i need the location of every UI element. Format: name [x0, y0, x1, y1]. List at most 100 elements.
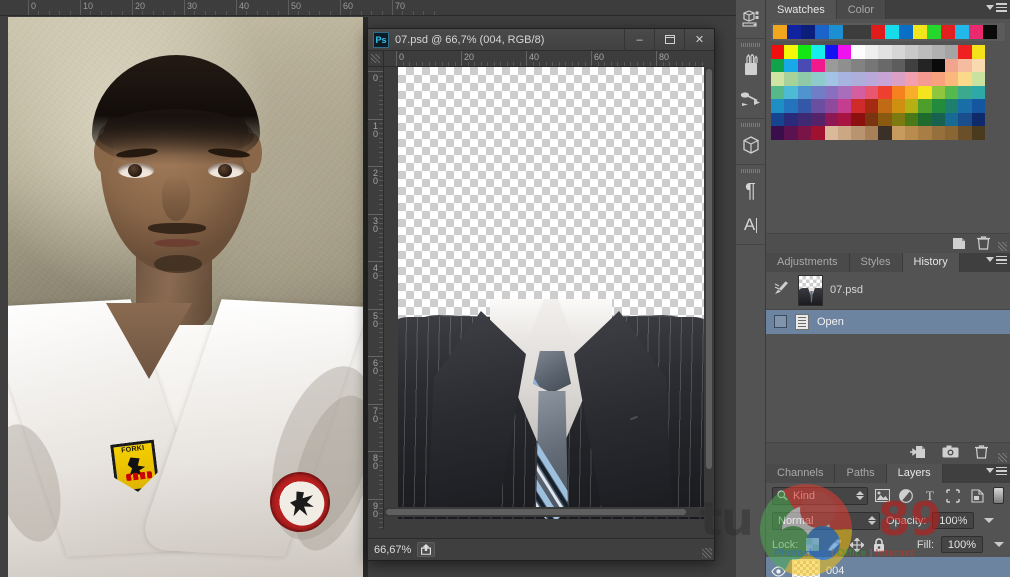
- color-swatch[interactable]: [771, 112, 785, 126]
- tab-channels[interactable]: Channels: [766, 463, 836, 483]
- layer-name[interactable]: 004: [826, 565, 844, 577]
- color-swatch[interactable]: [851, 58, 865, 72]
- layer-kind-select[interactable]: Kind: [772, 486, 868, 505]
- tab-layers[interactable]: Layers: [886, 463, 943, 483]
- color-swatch[interactable]: [771, 99, 785, 113]
- character-icon[interactable]: A: [736, 208, 765, 242]
- color-swatch[interactable]: [904, 45, 919, 59]
- canvas[interactable]: [398, 67, 704, 519]
- color-swatch[interactable]: [878, 85, 892, 99]
- color-swatch[interactable]: [771, 45, 785, 59]
- color-swatch[interactable]: [931, 85, 946, 99]
- color-swatch[interactable]: [931, 45, 946, 59]
- brushes-icon[interactable]: [736, 48, 765, 82]
- blend-mode-select[interactable]: Normal: [772, 511, 880, 530]
- color-swatch[interactable]: [904, 126, 919, 140]
- dock-drag-handle-3[interactable]: [736, 167, 765, 174]
- color-swatch[interactable]: [891, 45, 905, 59]
- layers-panel-menu-icon[interactable]: [986, 466, 1007, 475]
- dock-drag-handle[interactable]: [736, 41, 765, 48]
- filter-smart-object-icon[interactable]: [969, 487, 986, 504]
- recent-color-swatch[interactable]: [829, 25, 843, 39]
- document-titlebar[interactable]: Ps 07.psd @ 66,7% (004, RGB/8) – ✕: [368, 28, 714, 51]
- recent-color-swatch[interactable]: [857, 25, 871, 39]
- color-swatch[interactable]: [851, 126, 865, 140]
- color-swatch[interactable]: [784, 99, 798, 113]
- fill-dropdown-icon[interactable]: [994, 542, 1004, 547]
- color-swatch[interactable]: [918, 126, 932, 140]
- color-swatch[interactable]: [837, 45, 852, 59]
- filter-enable-toggle[interactable]: [993, 487, 1004, 504]
- color-swatch[interactable]: [904, 58, 919, 72]
- color-swatch[interactable]: [864, 112, 879, 126]
- canvas-area[interactable]: [384, 67, 704, 529]
- color-swatch[interactable]: [864, 85, 879, 99]
- history-brush-source-checkbox[interactable]: [774, 315, 787, 328]
- color-swatch[interactable]: [771, 58, 785, 72]
- recent-color-swatch[interactable]: [801, 25, 815, 39]
- recent-color-swatch[interactable]: [899, 25, 913, 39]
- color-swatch[interactable]: [891, 112, 905, 126]
- swatches-grid[interactable]: [771, 45, 986, 140]
- resize-grip[interactable]: [702, 548, 712, 558]
- color-swatch[interactable]: [945, 99, 959, 113]
- color-swatch[interactable]: [784, 85, 798, 99]
- color-swatch[interactable]: [971, 45, 986, 59]
- recent-color-swatch[interactable]: [983, 25, 997, 39]
- recent-colors-row[interactable]: [771, 23, 1005, 41]
- color-swatch[interactable]: [878, 45, 892, 59]
- color-swatch[interactable]: [878, 126, 892, 140]
- color-swatch[interactable]: [824, 112, 838, 126]
- delete-swatch-icon[interactable]: [977, 236, 990, 250]
- color-swatch[interactable]: [811, 58, 825, 72]
- fill-value[interactable]: 100%: [941, 536, 983, 553]
- filter-pixel-layers-icon[interactable]: [875, 487, 892, 504]
- document-ruler-vertical[interactable]: 0102030405060708090: [368, 67, 384, 529]
- color-swatch[interactable]: [824, 72, 838, 86]
- recent-color-swatch[interactable]: [815, 25, 829, 39]
- filter-adjustment-layers-icon[interactable]: [898, 487, 915, 504]
- history-state-open[interactable]: Open: [766, 309, 1010, 334]
- color-swatch[interactable]: [918, 99, 932, 113]
- color-swatch[interactable]: [945, 126, 959, 140]
- color-swatch[interactable]: [797, 112, 812, 126]
- layer-thumbnail[interactable]: [792, 559, 820, 577]
- color-swatch[interactable]: [811, 45, 825, 59]
- recent-color-swatch[interactable]: [941, 25, 955, 39]
- color-swatch[interactable]: [918, 58, 932, 72]
- panel-resize-grip[interactable]: [998, 241, 1007, 251]
- color-swatch[interactable]: [824, 58, 838, 72]
- lock-position-icon[interactable]: [849, 537, 864, 552]
- color-swatch[interactable]: [931, 58, 946, 72]
- color-swatch[interactable]: [891, 99, 905, 113]
- tab-adjustments[interactable]: Adjustments: [766, 252, 850, 272]
- color-swatch[interactable]: [784, 112, 798, 126]
- color-swatch[interactable]: [837, 72, 852, 86]
- color-swatch[interactable]: [811, 112, 825, 126]
- color-swatch[interactable]: [891, 85, 905, 99]
- panel-menu-icon[interactable]: [986, 3, 1007, 12]
- document-window[interactable]: Ps 07.psd @ 66,7% (004, RGB/8) – ✕ 0 20 40…: [367, 28, 715, 561]
- maximize-button[interactable]: [654, 28, 684, 51]
- color-swatch[interactable]: [771, 85, 785, 99]
- history-resize-grip[interactable]: [998, 452, 1007, 462]
- color-swatch[interactable]: [958, 126, 972, 140]
- color-swatch[interactable]: [837, 99, 852, 113]
- color-swatch[interactable]: [918, 72, 932, 86]
- color-swatch[interactable]: [945, 112, 959, 126]
- ruler-corner[interactable]: [368, 51, 384, 67]
- color-swatch[interactable]: [958, 99, 972, 113]
- recent-color-swatch[interactable]: [969, 25, 983, 39]
- color-swatch[interactable]: [797, 85, 812, 99]
- filter-shape-layers-icon[interactable]: [945, 487, 962, 504]
- color-swatch[interactable]: [797, 58, 812, 72]
- background-photo-karate-portrait[interactable]: FORKI: [8, 17, 363, 577]
- color-swatch[interactable]: [971, 126, 986, 140]
- tab-color[interactable]: Color: [836, 0, 886, 19]
- close-button[interactable]: ✕: [684, 28, 714, 51]
- recent-color-swatch[interactable]: [871, 25, 885, 39]
- color-swatch[interactable]: [958, 45, 972, 59]
- new-swatch-icon[interactable]: [952, 237, 966, 250]
- color-swatch[interactable]: [851, 99, 865, 113]
- color-swatch[interactable]: [824, 85, 838, 99]
